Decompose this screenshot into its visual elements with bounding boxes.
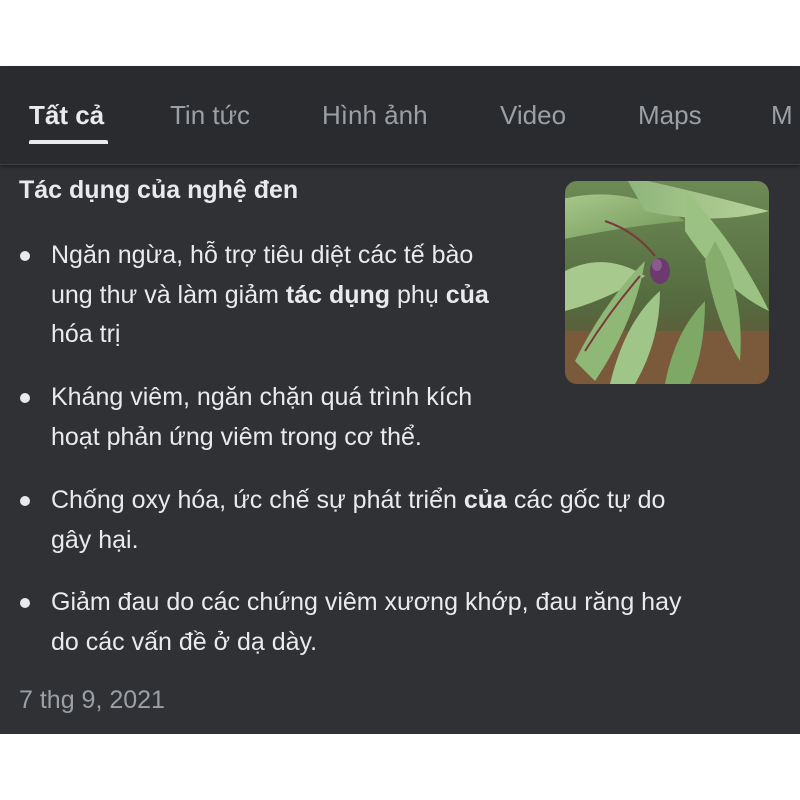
bold-keyword: của (463, 486, 507, 514)
search-result-panel: Tất cả Tin tức Hình ảnh Video Maps M Tác… (0, 66, 800, 734)
text-segment: Chống oxy hóa, ức chế sự phát triển (51, 486, 464, 514)
bold-keyword: tác dụng (285, 281, 391, 309)
bullet-1-line-3: hóa trị (51, 320, 121, 348)
bullet-4-line-2: do các vấn đề ở dạ dày. (51, 628, 318, 656)
bullet-4-line-1: Giảm đau do các chứng viêm xương khớp, đ… (51, 588, 682, 616)
turmeric-plant-image (565, 181, 769, 384)
tab-images[interactable]: Hình ảnh (322, 100, 428, 131)
bullet-dot (20, 251, 30, 261)
bullet-3-line-2: gây hại. (51, 526, 139, 554)
tab-all[interactable]: Tất cả (29, 100, 104, 131)
tab-maps[interactable]: Maps (638, 100, 702, 131)
text-segment: các gốc tự do (506, 486, 666, 514)
result-heading: Tác dụng của nghệ đen (19, 176, 299, 204)
bullet-dot (20, 598, 30, 608)
bullet-3-line-1: Chống oxy hóa, ức chế sự phát triển của … (51, 486, 665, 515)
bold-keyword: của (445, 281, 489, 309)
bullet-2-line-1: Kháng viêm, ngăn chặn quá trình kích (51, 383, 473, 411)
bullet-2-line-2: hoạt phản ứng viêm trong cơ thể. (51, 423, 422, 451)
text-segment: phụ (390, 281, 446, 309)
active-tab-indicator (29, 140, 108, 144)
tab-videos[interactable]: Video (500, 100, 566, 131)
bullet-dot (20, 496, 30, 506)
bullet-1-line-2: ung thư và làm giảm tác dụng phụ của (51, 281, 489, 310)
bullet-1-line-1: Ngăn ngừa, hỗ trợ tiêu diệt các tế bào (51, 241, 474, 269)
result-thumbnail[interactable] (565, 181, 769, 384)
tab-news[interactable]: Tin tức (170, 100, 250, 131)
result-date: 7 thg 9, 2021 (19, 686, 165, 714)
text-segment: ung thư và làm giảm (51, 281, 286, 309)
tab-more-truncated[interactable]: M (771, 100, 793, 131)
bullet-dot (20, 393, 30, 403)
search-tabs: Tất cả Tin tức Hình ảnh Video Maps M (0, 66, 800, 165)
